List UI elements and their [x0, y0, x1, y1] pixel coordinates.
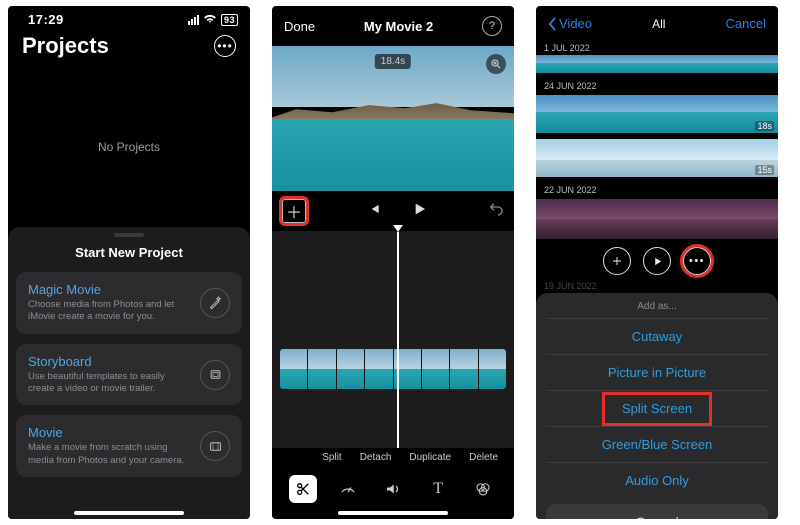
card-desc: Make a movie from scratch using media fr… — [28, 442, 190, 467]
wand-icon — [200, 288, 230, 318]
segment-control[interactable]: All — [652, 17, 665, 31]
scissors-icon[interactable] — [289, 475, 317, 503]
video-preview[interactable]: 18.4s — [272, 46, 514, 191]
phone-picker: Video All Cancel 1 JUL 2022 24 JUN 2022 … — [536, 6, 778, 519]
card-desc: Choose media from Photos and let iMovie … — [28, 299, 190, 324]
option-cutaway[interactable]: Cutaway — [546, 318, 768, 354]
page-title: Projects — [22, 33, 109, 59]
clip-item[interactable]: 18s — [536, 95, 778, 133]
project-title: My Movie 2 — [364, 19, 433, 34]
cancel-button[interactable]: Cancel — [726, 16, 766, 31]
card-title: Movie — [28, 425, 190, 440]
editor-top-bar: Done My Movie 2 ? — [272, 6, 514, 46]
empty-label: No Projects — [98, 140, 160, 154]
clip-list[interactable]: 1 JUL 2022 24 JUN 2022 18s — [536, 41, 778, 293]
sheet-grabber[interactable] — [114, 233, 144, 237]
card-title: Magic Movie — [28, 282, 190, 297]
clip-action-row: ••• — [536, 245, 778, 279]
add-clip-button[interactable] — [603, 247, 631, 275]
titles-icon[interactable]: T — [424, 475, 452, 503]
card-movie[interactable]: Movie Make a movie from scratch using me… — [16, 415, 242, 477]
clip-item[interactable]: 15s — [536, 139, 778, 177]
volume-icon[interactable] — [379, 475, 407, 503]
signal-icon — [188, 15, 199, 25]
filters-icon[interactable] — [469, 475, 497, 503]
date-label: 24 JUN 2022 — [536, 79, 778, 93]
clip-duration: 15s — [755, 165, 774, 175]
date-label: 1 JUL 2022 — [536, 41, 778, 55]
segment-all[interactable]: All — [652, 17, 665, 31]
skip-back-icon[interactable] — [367, 202, 381, 221]
wifi-icon — [203, 13, 217, 27]
option-green-blue-screen[interactable]: Green/Blue Screen — [546, 426, 768, 462]
card-magic-movie[interactable]: Magic Movie Choose media from Photos and… — [16, 272, 242, 334]
clip-duration: 18s — [755, 121, 774, 131]
option-audio-only[interactable]: Audio Only — [546, 462, 768, 498]
option-split-screen[interactable]: Split Screen — [546, 390, 768, 426]
date-label: 22 JUN 2022 — [536, 183, 778, 197]
undo-icon[interactable] — [488, 201, 504, 221]
status-icons: 93 — [188, 13, 238, 27]
speed-icon[interactable] — [334, 475, 362, 503]
phone-editor: Done My Movie 2 ? 18.4s ＋ — [272, 6, 514, 519]
sheet-cancel-button[interactable]: Cancel — [546, 504, 768, 519]
option-pip[interactable]: Picture in Picture — [546, 354, 768, 390]
storyboard-icon — [200, 360, 230, 390]
sheet-header: Add as... — [546, 301, 768, 312]
action-split[interactable]: Split — [322, 452, 341, 463]
done-button[interactable]: Done — [284, 19, 315, 34]
add-as-sheet: Add as... Cutaway Picture in Picture Spl… — [536, 293, 778, 519]
play-icon[interactable] — [411, 201, 427, 222]
help-icon[interactable]: ? — [482, 16, 502, 36]
timeline[interactable] — [272, 231, 514, 448]
new-project-sheet: Start New Project Magic Movie Choose med… — [8, 227, 250, 519]
timecode-badge: 18.4s — [375, 54, 411, 69]
date-label: 19 JUN 2022 — [536, 279, 778, 293]
status-time: 17:29 — [28, 12, 64, 27]
status-bar: 17:29 93 — [8, 6, 250, 27]
more-icon[interactable]: ••• — [214, 35, 236, 57]
preview-play-button[interactable] — [643, 247, 671, 275]
home-indicator[interactable] — [74, 511, 184, 515]
home-indicator[interactable] — [338, 511, 448, 515]
action-detach[interactable]: Detach — [360, 452, 392, 463]
action-delete[interactable]: Delete — [469, 452, 498, 463]
empty-state: No Projects — [8, 67, 250, 227]
projects-header: Projects ••• — [8, 27, 250, 67]
card-title: Storyboard — [28, 354, 190, 369]
clip-item-selected[interactable] — [536, 199, 778, 239]
sheet-title: Start New Project — [16, 245, 242, 260]
card-storyboard[interactable]: Storyboard Use beautiful templates to ea… — [16, 344, 242, 406]
action-duplicate[interactable]: Duplicate — [409, 452, 451, 463]
more-button[interactable]: ••• — [683, 247, 711, 275]
back-button[interactable]: Video — [548, 16, 592, 31]
picker-top-bar: Video All Cancel — [536, 6, 778, 41]
battery-icon: 93 — [221, 14, 238, 26]
clip-item[interactable] — [536, 55, 778, 73]
film-icon — [200, 431, 230, 461]
card-desc: Use beautiful templates to easily create… — [28, 371, 190, 396]
chevron-left-icon — [548, 17, 557, 31]
clip-actions-row: Split Detach Duplicate Delete — [272, 448, 514, 467]
phone-projects: 17:29 93 Projects ••• No Projects Start … — [8, 6, 250, 519]
playhead[interactable] — [393, 225, 403, 448]
add-media-button[interactable]: ＋ — [282, 199, 306, 223]
zoom-icon[interactable] — [486, 54, 506, 74]
